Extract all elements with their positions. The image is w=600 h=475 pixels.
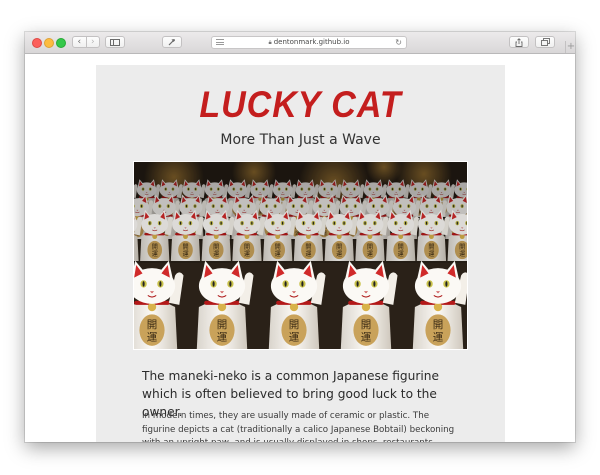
tabs-overview-button[interactable]	[535, 36, 555, 48]
reload-icon[interactable]: ↻	[395, 37, 402, 48]
address-bar[interactable]: 🔒︎ dentonmark.github.io ↻	[211, 36, 407, 49]
page-viewport: Lucky Cat More Than Just a Wave 開運開運開運開運…	[25, 54, 575, 442]
sidebar-icon	[110, 38, 120, 46]
svg-text:開: 開	[289, 319, 300, 331]
minimize-window-button[interactable]	[44, 38, 54, 48]
content-card: Lucky Cat More Than Just a Wave 開運開運開運開運…	[96, 65, 505, 442]
svg-text:運: 運	[147, 332, 158, 344]
share-icon	[515, 37, 523, 47]
svg-text:運: 運	[433, 332, 444, 344]
url-display: 🔒︎ dentonmark.github.io	[212, 37, 406, 48]
zoom-window-button[interactable]	[56, 38, 66, 48]
page-title: Lucky Cat	[199, 84, 402, 126]
body-paragraph: In modern times, they are usually made o…	[142, 411, 455, 442]
sidebar-button[interactable]	[105, 36, 125, 48]
svg-text:開: 開	[217, 319, 228, 331]
lucky-cat-photo: 開運開運開運開運開運開運開運開運開運開運開運開運開運開運開運開運開運開運開運開運…	[133, 161, 468, 350]
tabs-icon	[540, 38, 550, 46]
share-button[interactable]	[509, 36, 529, 48]
history-nav: ‹ ›	[72, 36, 100, 48]
maneki-neko-figurines-image: 開運開運開運開運開運開運開運開運開運開運開運開運開運開運開運開運開運開運開運開運…	[134, 162, 467, 349]
svg-text:開: 開	[433, 319, 444, 331]
svg-text:開: 開	[361, 319, 372, 331]
page-subtitle: More Than Just a Wave	[220, 132, 381, 148]
lock-icon: 🔒︎	[268, 39, 272, 46]
svg-text:運: 運	[361, 332, 372, 344]
url-text: dentonmark.github.io	[273, 38, 350, 46]
svg-text:運: 運	[289, 332, 300, 344]
chevron-right-icon[interactable]: ›	[85, 37, 100, 47]
browser-window: ‹ › 🔒︎ dentonmark.github.io ↻ + LUCKY CA…	[25, 32, 575, 442]
close-window-button[interactable]	[32, 38, 42, 48]
plus-icon[interactable]: +	[565, 41, 575, 53]
extension-button[interactable]	[162, 36, 182, 48]
hammer-icon	[168, 39, 175, 46]
svg-text:開: 開	[147, 319, 158, 331]
svg-text:運: 運	[217, 332, 228, 344]
chevron-left-icon[interactable]: ‹	[73, 37, 86, 47]
browser-toolbar: ‹ › 🔒︎ dentonmark.github.io ↻ +	[25, 32, 575, 54]
